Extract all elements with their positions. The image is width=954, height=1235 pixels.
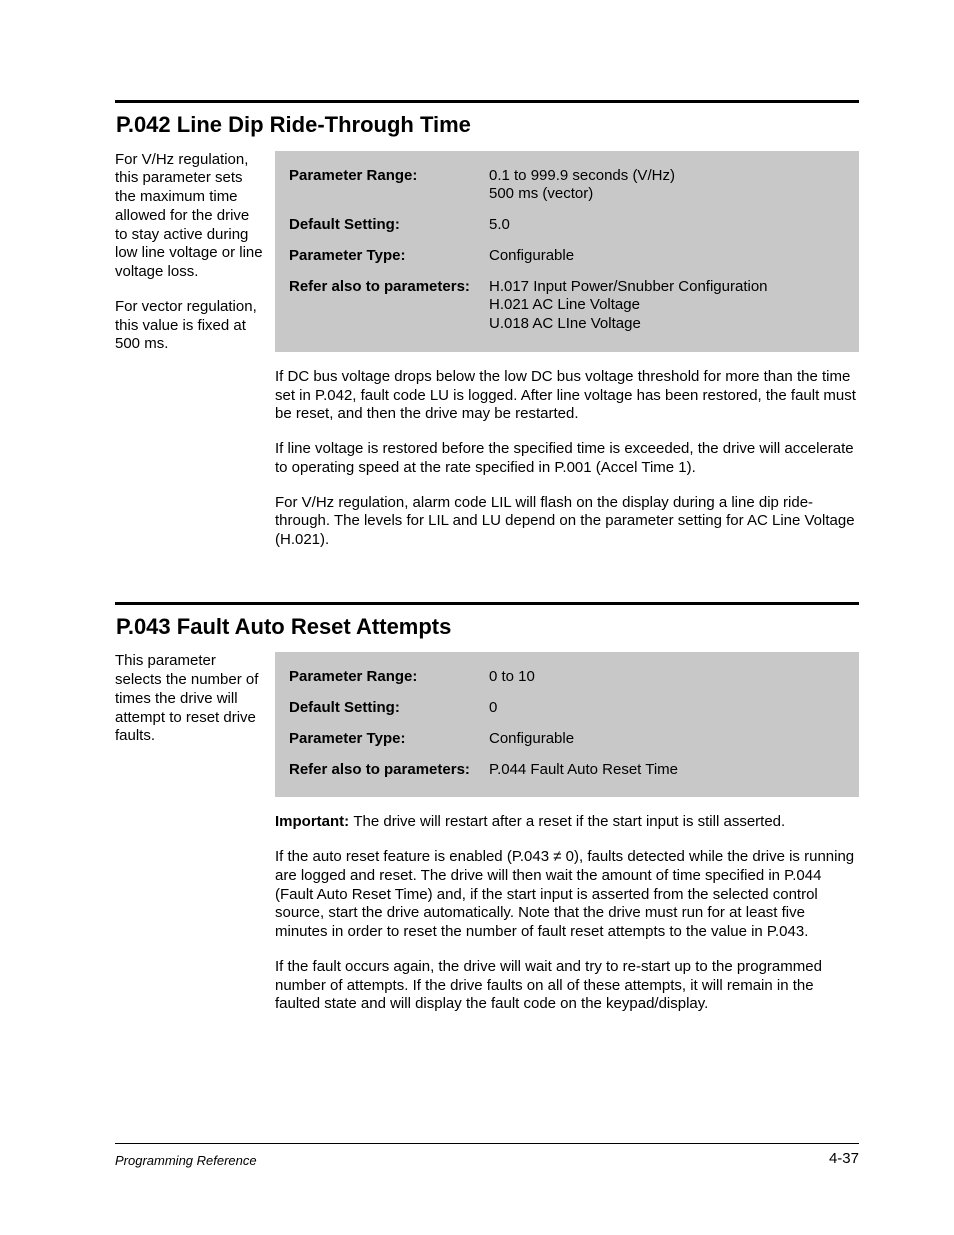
page-footer: Programming Reference 4-37 [115,1143,859,1169]
param-row-type: Parameter Type: Configurable [289,241,845,272]
desc-paragraph: If the fault occurs again, the drive wil… [275,958,859,1014]
param-label: Parameter Type: [289,730,489,749]
param-label: Default Setting: [289,699,489,718]
param-row-range: Parameter Range: 0.1 to 999.9 seconds (V… [289,161,845,211]
section-body: For V/Hz regulation, this parameter sets… [115,151,859,566]
param-value: P.044 Fault Auto Reset Time [489,761,845,780]
parameter-box: Parameter Range: 0.1 to 999.9 seconds (V… [275,151,859,352]
param-label: Refer also to parameters: [289,761,489,780]
param-value: 0 to 10 [489,668,845,687]
param-value-line: H.021 AC Line Voltage [489,296,845,315]
section-title: P.043 Fault Auto Reset Attempts [116,613,859,641]
param-value-line: U.018 AC LIne Voltage [489,315,845,334]
param-value: Configurable [489,247,845,266]
desc-paragraph: For V/Hz regulation, alarm code LIL will… [275,494,859,550]
param-label: Default Setting: [289,216,489,235]
page: P.042 Line Dip Ride-Through Time For V/H… [0,0,954,1235]
section-rule [115,602,859,605]
section-body: This parameter selects the number of tim… [115,652,859,1030]
section-rule [115,100,859,103]
param-row-default: Default Setting: 5.0 [289,210,845,241]
param-row-default: Default Setting: 0 [289,693,845,724]
important-label: Important: [275,813,349,830]
important-text: The drive will restart after a reset if … [353,813,785,830]
desc-paragraph: If line voltage is restored before the s… [275,440,859,478]
important-note: Important: The drive will restart after … [275,813,859,832]
parameter-box: Parameter Range: 0 to 10 Default Setting… [275,652,859,797]
param-row-refer: Refer also to parameters: H.017 Input Po… [289,272,845,340]
param-value: Configurable [489,730,845,749]
param-value: 5.0 [489,216,845,235]
side-column: This parameter selects the number of tim… [115,652,275,762]
section-title: P.042 Line Dip Ride-Through Time [116,111,859,139]
desc-paragraph: If the auto reset feature is enabled (P.… [275,848,859,942]
desc-paragraph: If DC bus voltage drops below the low DC… [275,368,859,424]
param-value-line: 500 ms (vector) [489,185,845,204]
footer-left: Programming Reference [115,1153,257,1169]
side-column: For V/Hz regulation, this parameter sets… [115,151,275,371]
description: Important: The drive will restart after … [275,813,859,1014]
description: If DC bus voltage drops below the low DC… [275,368,859,550]
param-row-type: Parameter Type: Configurable [289,724,845,755]
param-label: Parameter Type: [289,247,489,266]
param-value-line: H.017 Input Power/Snubber Configuration [489,278,845,297]
param-value: 0 [489,699,845,718]
param-value: H.017 Input Power/Snubber Configuration … [489,278,845,334]
param-value-line: 0.1 to 999.9 seconds (V/Hz) [489,167,845,186]
param-row-refer: Refer also to parameters: P.044 Fault Au… [289,755,845,786]
param-label: Parameter Range: [289,167,489,186]
param-value: 0.1 to 999.9 seconds (V/Hz) 500 ms (vect… [489,167,845,205]
side-paragraph: For V/Hz regulation, this parameter sets… [115,151,265,282]
param-label: Refer also to parameters: [289,278,489,297]
param-row-range: Parameter Range: 0 to 10 [289,662,845,693]
param-label: Parameter Range: [289,668,489,687]
footer-right: 4-37 [829,1150,859,1169]
main-column: Parameter Range: 0 to 10 Default Setting… [275,652,859,1030]
side-paragraph: For vector regulation, this value is fix… [115,298,265,354]
main-column: Parameter Range: 0.1 to 999.9 seconds (V… [275,151,859,566]
side-paragraph: This parameter selects the number of tim… [115,652,265,746]
